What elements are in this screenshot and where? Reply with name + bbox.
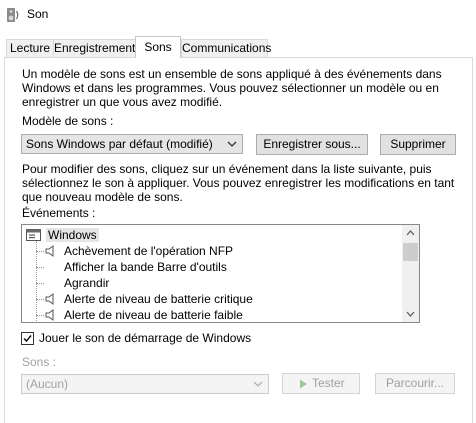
event-item[interactable]: Achèvement de l'opération NFP <box>22 243 402 259</box>
sound-select-value: (Aucun) <box>26 377 69 391</box>
event-item-label: Achèvement de l'opération NFP <box>64 244 234 258</box>
event-group-label: Windows <box>46 228 99 242</box>
event-item[interactable]: Afficher la bande Barre d'outils <box>22 259 402 275</box>
tab-communications[interactable]: Communications <box>181 39 271 57</box>
scheme-label: Modèle de sons : <box>22 114 114 128</box>
sounds-label: Sons : <box>22 355 57 369</box>
events-instructions-line-2: sélectionnez le son à appliquer. Vous po… <box>22 176 455 190</box>
startup-sound-checkbox[interactable] <box>21 332 34 345</box>
window-title: Son <box>27 7 49 21</box>
scrollbar-thumb[interactable] <box>403 243 418 261</box>
events-instructions-line-1: Pour modifier des sons, cliquez sur un é… <box>22 162 432 176</box>
browse-button[interactable]: Parcourir... <box>375 373 455 394</box>
tree-line <box>36 299 44 300</box>
events-label: Événements : <box>22 206 96 220</box>
arrow-up-icon[interactable] <box>402 225 419 242</box>
events-scrollbar[interactable] <box>402 225 419 322</box>
checkmark-icon <box>23 335 32 343</box>
event-item[interactable]: Agrandir <box>22 275 402 291</box>
arrow-down-icon[interactable] <box>402 305 419 322</box>
speaker-settings-icon <box>7 8 19 22</box>
play-icon <box>300 379 307 389</box>
tab-strip: Lecture Enregistrement Sons Communicatio… <box>0 36 476 58</box>
tab-enregistrement[interactable]: Enregistrement <box>53 39 136 57</box>
test-button-label: Tester <box>312 376 345 390</box>
tab-lecture[interactable]: Lecture <box>6 39 54 57</box>
events-list[interactable]: Windows Achèvement de l'opération NFP Af… <box>21 224 420 323</box>
event-item-label: Afficher la bande Barre d'outils <box>64 260 227 274</box>
speaker-icon <box>45 245 54 257</box>
event-item-label: Alerte de niveau de batterie faible <box>64 308 243 322</box>
delete-scheme-button[interactable]: Supprimer <box>380 134 456 155</box>
startup-sound-label[interactable]: Jouer le son de démarrage de Windows <box>39 331 251 346</box>
windows-computer-icon <box>26 229 41 241</box>
save-as-button[interactable]: Enregistrer sous... <box>256 134 368 155</box>
chevron-down-icon <box>227 141 237 147</box>
chevron-down-icon <box>253 381 263 387</box>
scheme-description-line-1: Un modèle de sons est un ensemble de son… <box>22 67 442 81</box>
event-item-label: Alerte de niveau de batterie critique <box>64 292 253 306</box>
tree-line <box>36 315 44 316</box>
scheme-select-value: Sons Windows par défaut (modifié) <box>26 137 213 151</box>
events-instructions-line-3: que nouveau modèle de sons. <box>22 190 183 204</box>
speaker-icon <box>45 293 54 305</box>
scheme-description-line-3: enregistrer un que vous avez modifié. <box>22 95 223 109</box>
test-button[interactable]: Tester <box>282 373 360 394</box>
tree-line <box>36 267 44 268</box>
tree-line <box>36 251 44 252</box>
scheme-description-line-2: Windows et dans les programmes. Vous pou… <box>22 81 439 95</box>
sound-select[interactable]: (Aucun) <box>21 374 269 394</box>
tree-line <box>36 283 44 284</box>
scheme-select[interactable]: Sons Windows par défaut (modifié) <box>21 134 243 154</box>
event-group-windows[interactable]: Windows <box>22 227 402 243</box>
speaker-icon <box>45 309 54 321</box>
event-item[interactable]: Alerte de niveau de batterie faible <box>22 307 402 322</box>
tab-sons[interactable]: Sons <box>135 36 181 58</box>
event-item[interactable]: Alerte de niveau de batterie critique <box>22 291 402 307</box>
title-bar: Son <box>0 0 476 30</box>
event-item-label: Agrandir <box>64 276 110 290</box>
